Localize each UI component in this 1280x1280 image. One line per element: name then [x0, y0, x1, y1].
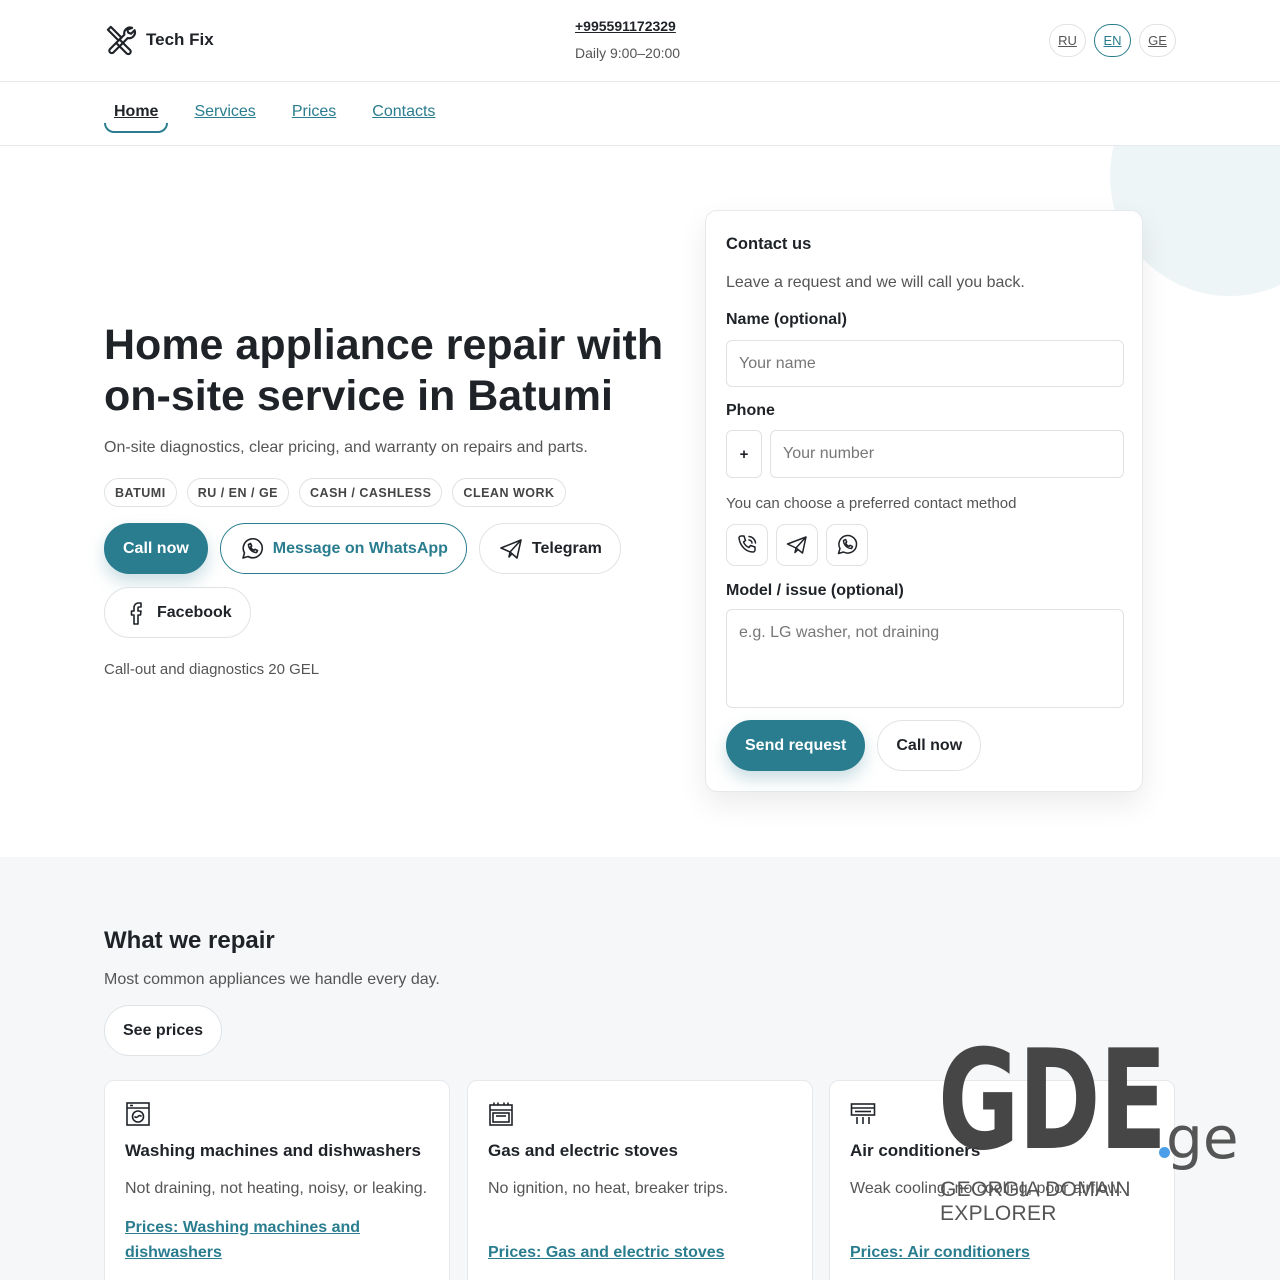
phone-icon: [738, 535, 757, 553]
service-description: Weak cooling, no cooling, poor airflow.: [850, 1180, 1123, 1197]
brand-logo[interactable]: Tech Fix: [104, 23, 214, 56]
nav-prices[interactable]: Prices: [282, 103, 346, 127]
method-whatsapp[interactable]: [826, 524, 868, 566]
tag-location: BATUMI: [104, 478, 177, 507]
contact-method-options: [726, 524, 868, 566]
service-prices-link[interactable]: Prices: Washing machines and dishwashers: [125, 1215, 385, 1265]
stove-icon: [489, 1102, 513, 1126]
method-phone[interactable]: [726, 524, 768, 566]
repair-section: What we repair Most common appliances we…: [0, 857, 1280, 1280]
facebook-label: Facebook: [157, 603, 232, 621]
phone-input[interactable]: [770, 430, 1124, 478]
send-request-button[interactable]: Send request: [726, 720, 866, 771]
phone-label: Phone: [726, 402, 775, 419]
diagnostics-price-note: Call-out and diagnostics 20 GEL: [104, 661, 320, 678]
hero-subtitle: On-site diagnostics, clear pricing, and …: [104, 439, 588, 456]
facebook-button[interactable]: Facebook: [104, 587, 251, 638]
whatsapp-icon: [241, 537, 263, 559]
service-description: No ignition, no heat, breaker trips.: [488, 1180, 729, 1197]
header-phone-link[interactable]: +995591172329: [575, 18, 680, 34]
air-conditioner-icon: [850, 1103, 876, 1124]
form-actions: Send request Call now: [726, 720, 982, 771]
hero-title: Home appliance repair with on-site servi…: [104, 321, 664, 420]
whatsapp-button[interactable]: Message on WhatsApp: [219, 523, 467, 574]
nav-contacts[interactable]: Contacts: [362, 103, 445, 127]
main-nav: Home Services Prices Contacts: [0, 82, 1280, 146]
contact-method-hint: You can choose a preferred contact metho…: [726, 495, 1017, 512]
service-card-stoves: Gas and electric stoves No ignition, no …: [467, 1080, 813, 1280]
form-subtitle: Leave a request and we will call you bac…: [726, 274, 1025, 291]
washing-machine-icon: [126, 1102, 150, 1126]
phone-prefix[interactable]: +: [726, 430, 762, 478]
method-telegram[interactable]: [776, 524, 818, 566]
call-now-label: Call now: [123, 539, 189, 557]
call-now-button[interactable]: Call now: [104, 523, 208, 574]
issue-textarea[interactable]: [726, 609, 1124, 708]
telegram-button[interactable]: Telegram: [478, 523, 621, 574]
service-card-ac: Air conditioners Weak cooling, no coolin…: [829, 1080, 1175, 1280]
lang-ge[interactable]: GE: [1139, 24, 1176, 57]
hero-actions: Call now Message on WhatsApp Telegram: [104, 523, 621, 574]
language-switcher: RU EN GE: [1049, 24, 1176, 57]
telegram-icon: [786, 536, 807, 554]
form-call-now-button[interactable]: Call now: [877, 720, 982, 771]
facebook-icon: [130, 601, 142, 625]
name-label: Name (optional): [726, 311, 847, 328]
service-title: Air conditioners: [850, 1141, 981, 1160]
lang-en[interactable]: EN: [1094, 24, 1131, 57]
header-contact: +995591172329 Daily 9:00–20:00: [575, 18, 680, 61]
hero-section: Home appliance repair with on-site servi…: [0, 146, 1280, 857]
tag-payment: CASH / CASHLESS: [299, 478, 443, 507]
issue-label: Model / issue (optional): [726, 582, 904, 599]
telegram-label: Telegram: [531, 539, 602, 557]
see-prices-button[interactable]: See prices: [104, 1005, 223, 1056]
tools-icon: [106, 25, 137, 56]
whatsapp-label: Message on WhatsApp: [272, 539, 448, 557]
contact-form-card: Contact us Leave a request and we will c…: [705, 210, 1143, 792]
whatsapp-icon: [837, 534, 858, 555]
service-card-washing: Washing machines and dishwashers Not dra…: [104, 1080, 450, 1280]
lang-ru[interactable]: RU: [1049, 24, 1086, 57]
service-prices-link[interactable]: Prices: Gas and electric stoves: [488, 1240, 748, 1265]
section-subtitle: Most common appliances we handle every d…: [104, 971, 440, 988]
tag-languages: RU / EN / GE: [186, 478, 290, 507]
tag-clean-work: CLEAN WORK: [452, 478, 566, 507]
service-title: Gas and electric stoves: [488, 1141, 678, 1160]
service-description: Not draining, not heating, noisy, or lea…: [125, 1180, 428, 1197]
working-hours: Daily 9:00–20:00: [575, 45, 681, 61]
service-prices-link[interactable]: Prices: Air conditioners: [850, 1240, 1110, 1265]
telegram-icon: [500, 538, 522, 559]
nav-home[interactable]: Home: [104, 103, 169, 133]
brand-name: Tech Fix: [146, 29, 214, 49]
name-input[interactable]: [726, 340, 1124, 387]
feature-tags: BATUMI RU / EN / GE CASH / CASHLESS CLEA…: [104, 478, 566, 507]
nav-services[interactable]: Services: [184, 103, 265, 127]
form-title: Contact us: [726, 235, 812, 253]
site-header: Tech Fix +995591172329 Daily 9:00–20:00 …: [0, 0, 1280, 82]
service-title: Washing machines and dishwashers: [125, 1141, 422, 1160]
section-title: What we repair: [104, 927, 275, 954]
